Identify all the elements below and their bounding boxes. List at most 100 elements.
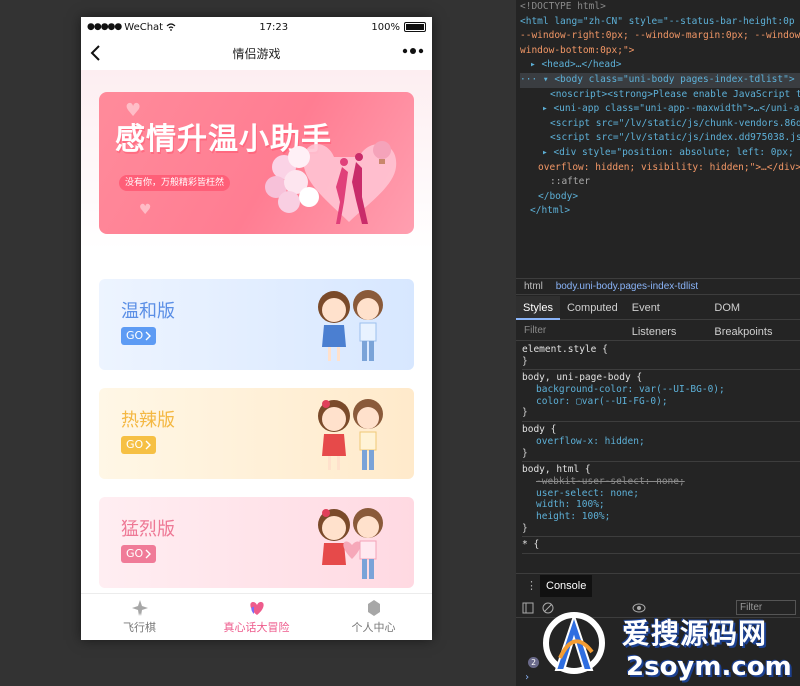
battery-percent: 100% [371, 21, 400, 33]
banner[interactable]: ♥ ♥ 感情升温小助手 没有你，万般精彩皆枉然 [99, 92, 414, 234]
sidebar-toggle-icon[interactable] [522, 602, 534, 614]
style-selector: * { [522, 539, 540, 551]
watermark-logo-icon [543, 612, 605, 674]
style-property[interactable]: background-color: var(--UI-BG-0); [522, 384, 800, 396]
styles-filter-input[interactable]: Filter [516, 321, 800, 341]
dom-node[interactable]: <noscript><strong>Please enable JavaScri… [520, 88, 800, 103]
dom-node-selected[interactable]: ··· ▾ <body class="uni-body pages-index-… [520, 72, 800, 88]
balloons-couple-illustration [265, 141, 397, 224]
card-title: 热辣版 [121, 410, 175, 431]
tab-console[interactable]: Console [540, 574, 593, 597]
page-title: 情侣游戏 [232, 47, 281, 61]
banner-subtitle: 没有你，万般精彩皆枉然 [119, 175, 231, 191]
card-mild[interactable]: 温和版 GO [99, 279, 414, 370]
chevron-right-icon [145, 440, 152, 450]
dom-node[interactable]: window-bottom:0px;"> [520, 44, 800, 59]
more-dots-icon [402, 48, 424, 54]
page-content: ♥ ♥ 感情升温小助手 没有你，万般精彩皆枉然 温和版 GO 热辣版 GO 猛烈… [81, 70, 432, 600]
tab-flying-chess[interactable]: 飞行棋 [81, 594, 198, 640]
tab-computed[interactable]: Computed [560, 296, 625, 320]
tab-profile[interactable]: 个人中心 [315, 594, 432, 640]
tab-truth-or-dare[interactable]: 真心话大冒险 [198, 594, 315, 640]
dom-tree: <!DOCTYPE html> <html lang="zh-CN" style… [516, 0, 800, 276]
card-intense[interactable]: 猛烈版 GO [99, 497, 414, 588]
tab-label: 个人中心 [351, 621, 396, 634]
tab-label: 真心话大冒险 [223, 621, 290, 634]
drawer-menu-icon[interactable]: ⋮ [526, 579, 537, 592]
back-button[interactable] [89, 44, 105, 62]
styles-pane: element.style { } body, uni-page-body { … [516, 342, 800, 570]
style-rule: * { [522, 537, 800, 554]
dom-node[interactable]: ▸ <head>…</head> [520, 58, 800, 73]
couple-illustration [318, 399, 383, 470]
wifi-icon [166, 23, 176, 31]
signal-icon: ●●●●● [87, 22, 122, 32]
rule-close: } [522, 522, 528, 534]
go-label: GO [126, 547, 144, 560]
console-prompt-icon[interactable]: › [524, 672, 530, 683]
style-property[interactable]: user-select: none; [522, 488, 800, 500]
style-selector: element.style { [522, 344, 608, 355]
go-label: GO [126, 329, 144, 342]
style-property[interactable]: overflow-x: hidden; [522, 436, 800, 448]
breadcrumb-item[interactable]: html [524, 281, 543, 292]
style-property[interactable]: width: 100%; [522, 499, 800, 511]
style-rule: element.style { } [522, 342, 800, 371]
dom-node[interactable]: <html lang="zh-CN" style="--status-bar-h… [520, 15, 800, 30]
styles-tabs: Styles Computed Event Listeners DOM Brea… [516, 295, 800, 338]
console-drawer-tabs: ⋮ Console [516, 573, 800, 597]
rule-close: } [522, 407, 528, 419]
dom-node[interactable]: <script src="/lv/static/js/index.dd97503… [520, 131, 800, 146]
status-bar: ●●●●● WeChat 17:23 100% [81, 17, 432, 37]
style-property[interactable]: height: 100%; [522, 511, 800, 523]
tab-event-listeners[interactable]: Event Listeners [625, 296, 708, 338]
watermark: 爱搜源码网 2soym.com [536, 604, 800, 686]
style-rule: body, html { -webkit-user-select: none; … [522, 462, 800, 538]
tab-styles[interactable]: Styles [516, 295, 560, 320]
watermark-url: 2soym.com [626, 652, 792, 682]
dom-node[interactable]: <!DOCTYPE html> [520, 0, 800, 15]
style-property-overridden[interactable]: -webkit-user-select: none; [522, 476, 800, 488]
nav-bar: 情侣游戏 [81, 37, 432, 70]
card-spicy[interactable]: 热辣版 GO [99, 388, 414, 479]
style-rule: body, uni-page-body { background-color: … [522, 370, 800, 423]
rule-close: } [522, 355, 528, 367]
dom-node[interactable]: ▸ <div style="position: absolute; left: … [520, 146, 800, 161]
chevron-right-icon [145, 549, 152, 559]
phone-frame: ●●●●● WeChat 17:23 100% 情侣游戏 ♥ ♥ 感情升温小助手… [81, 17, 432, 640]
user-icon [367, 600, 380, 616]
dom-node[interactable]: </html> [520, 204, 800, 219]
dom-node[interactable]: ::after [520, 175, 800, 190]
dom-node[interactable]: </body> [520, 190, 800, 205]
style-rule: body { overflow-x: hidden; } [522, 422, 800, 463]
heart-decoration-icon: ♥ [139, 202, 152, 218]
tab-dom-breakpoints[interactable]: DOM Breakpoints [707, 296, 800, 338]
chevron-left-icon [90, 45, 100, 61]
breadcrumb-item[interactable]: body.uni-body.pages-index-tdlist [556, 281, 699, 292]
status-time: 17:23 [259, 21, 289, 33]
battery-icon [403, 22, 426, 32]
go-button[interactable]: GO [121, 436, 157, 454]
chevron-right-icon [145, 331, 152, 341]
dom-node[interactable]: ▸ <uni-app class="uni-app--maxwidth">…</… [520, 102, 800, 117]
more-button[interactable] [402, 43, 424, 59]
style-selector: body, html { [522, 464, 591, 476]
go-label: GO [126, 438, 144, 451]
couple-illustration [318, 508, 383, 579]
heart-icon [249, 602, 264, 615]
card-title: 温和版 [121, 301, 175, 322]
go-button[interactable]: GO [121, 545, 157, 563]
style-selector: body { [522, 424, 557, 436]
couple-illustration [318, 290, 383, 361]
go-button[interactable]: GO [121, 327, 157, 345]
breadcrumb: html body.uni-body.pages-index-tdlist [516, 278, 800, 295]
style-selector: body, uni-page-body { [522, 372, 643, 384]
dom-node[interactable]: overflow: hidden; visibility: hidden;">…… [520, 161, 800, 176]
dom-node[interactable]: --window-right:0px; --window-margin:0px;… [520, 29, 800, 44]
card-title: 猛烈版 [121, 519, 175, 540]
plane-icon [131, 600, 148, 616]
dom-node[interactable]: <script src="/lv/static/js/chunk-vendors… [520, 117, 800, 132]
tab-label: 飞行棋 [123, 621, 156, 634]
style-property[interactable]: color: ▢var(--UI-FG-0); [522, 396, 800, 408]
rule-close: } [522, 447, 528, 459]
